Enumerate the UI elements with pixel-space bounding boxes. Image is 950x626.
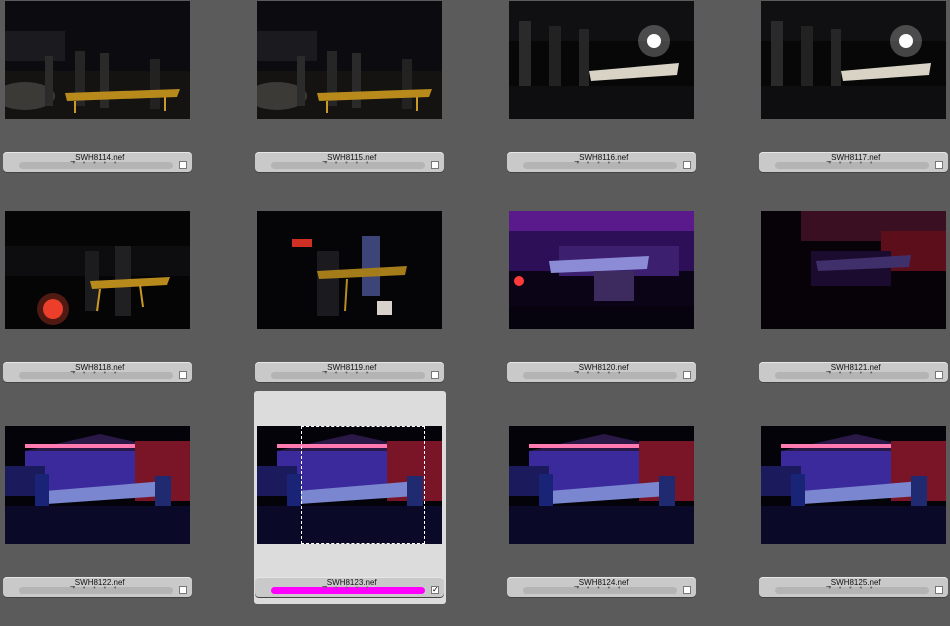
photo-thumbnail-image — [509, 1, 694, 119]
filename-label-bar: _SWH8117.nef • • • • • — [759, 152, 948, 172]
thumbnail-cell[interactable]: _SWH8119.nef • • • • • — [255, 211, 444, 411]
rating-dots: • • • • • — [576, 160, 624, 167]
photo-thumbnail[interactable] — [509, 426, 694, 544]
filename-label-bar: _SWH8124.nef • • • • • — [507, 577, 696, 597]
photo-thumbnail-image — [257, 1, 442, 119]
select-checkbox[interactable] — [683, 161, 691, 169]
photo-thumbnail-image — [761, 426, 946, 544]
rating-stars[interactable]: • • • • • — [523, 370, 677, 379]
filename-label-bar: _SWH8115.nef • • • • • — [255, 152, 444, 172]
thumbnail-cell[interactable]: _SWH8120.nef • • • • • — [507, 211, 696, 411]
select-checkbox[interactable] — [683, 586, 691, 594]
photo-thumbnail[interactable] — [257, 211, 442, 329]
rating-dots: • • • • • — [324, 370, 372, 377]
rating-dots: • • • • • — [828, 585, 876, 592]
filename-label-bar: _SWH8121.nef • • • • • — [759, 362, 948, 382]
filename-label-bar: _SWH8114.nef • • • • • — [3, 152, 192, 172]
select-checkbox[interactable] — [179, 371, 187, 379]
select-checkbox[interactable] — [431, 161, 439, 169]
rating-dots: • • • • • — [828, 160, 876, 167]
photo-thumbnail[interactable] — [509, 211, 694, 329]
filename-label-bar: _SWH8123.nef • • • • • ✓ — [255, 577, 444, 597]
crop-marquee[interactable] — [301, 426, 425, 544]
select-checkbox[interactable]: ✓ — [431, 586, 439, 594]
select-checkbox[interactable] — [179, 161, 187, 169]
select-checkbox[interactable] — [179, 586, 187, 594]
rating-stars[interactable]: • • • • • — [19, 585, 173, 594]
select-checkbox[interactable] — [935, 161, 943, 169]
photo-thumbnail[interactable] — [5, 1, 190, 119]
rating-dots: • • • • • — [72, 585, 120, 592]
photo-thumbnail-image — [5, 211, 190, 329]
rating-dots: • • • • • — [72, 370, 120, 377]
filename-label-bar: _SWH8120.nef • • • • • — [507, 362, 696, 382]
rating-stars[interactable]: • • • • • — [523, 585, 677, 594]
thumbnail-cell[interactable]: _SWH8125.nef • • • • • — [759, 426, 948, 626]
photo-thumbnail-image — [509, 426, 694, 544]
rating-dots: • • • • • — [576, 370, 624, 377]
thumbnail-cell[interactable]: _SWH8117.nef • • • • • — [759, 1, 948, 201]
photo-thumbnail-image — [761, 211, 946, 329]
photo-thumbnail[interactable] — [5, 426, 190, 544]
photo-thumbnail[interactable] — [257, 426, 442, 544]
select-checkbox[interactable] — [935, 371, 943, 379]
rating-dots: • • • • • — [72, 160, 120, 167]
select-checkbox[interactable] — [935, 586, 943, 594]
rating-dots: • • • • • — [324, 160, 372, 167]
photo-thumbnail-image — [257, 211, 442, 329]
select-checkbox[interactable] — [431, 371, 439, 379]
photo-thumbnail[interactable] — [761, 426, 946, 544]
filename-label-bar: _SWH8125.nef • • • • • — [759, 577, 948, 597]
photo-thumbnail-image — [761, 1, 946, 119]
rating-stars[interactable]: • • • • • — [271, 160, 425, 169]
rating-dots: • • • • • — [324, 585, 372, 592]
rating-stars[interactable]: • • • • • — [775, 160, 929, 169]
rating-stars[interactable]: • • • • • — [271, 585, 425, 594]
rating-stars[interactable]: • • • • • — [19, 160, 173, 169]
filename-label-bar: _SWH8119.nef • • • • • — [255, 362, 444, 382]
rating-stars[interactable]: • • • • • — [271, 370, 425, 379]
rating-dots: • • • • • — [828, 370, 876, 377]
filename-label-bar: _SWH8118.nef • • • • • — [3, 362, 192, 382]
rating-stars[interactable]: • • • • • — [775, 370, 929, 379]
thumbnail-cell[interactable]: _SWH8122.nef • • • • • — [3, 426, 192, 626]
photo-thumbnail[interactable] — [509, 1, 694, 119]
thumbnail-cell[interactable]: _SWH8121.nef • • • • • — [759, 211, 948, 411]
rating-stars[interactable]: • • • • • — [523, 160, 677, 169]
thumbnail-cell[interactable]: _SWH8123.nef • • • • • ✓ — [255, 426, 444, 626]
photo-thumbnail[interactable] — [761, 211, 946, 329]
rating-dots: • • • • • — [576, 585, 624, 592]
photo-thumbnail[interactable] — [257, 1, 442, 119]
rating-stars[interactable]: • • • • • — [775, 585, 929, 594]
photo-thumbnail[interactable] — [5, 211, 190, 329]
filename-label-bar: _SWH8116.nef • • • • • — [507, 152, 696, 172]
filename-label-bar: _SWH8122.nef • • • • • — [3, 577, 192, 597]
select-checkbox[interactable] — [683, 371, 691, 379]
photo-thumbnail[interactable] — [761, 1, 946, 119]
rating-stars[interactable]: • • • • • — [19, 370, 173, 379]
thumbnail-cell[interactable]: _SWH8115.nef • • • • • — [255, 1, 444, 201]
photo-thumbnail-image — [509, 211, 694, 329]
thumbnail-cell[interactable]: _SWH8114.nef • • • • • — [3, 1, 192, 201]
thumbnail-cell[interactable]: _SWH8118.nef • • • • • — [3, 211, 192, 411]
thumbnail-cell[interactable]: _SWH8116.nef • • • • • — [507, 1, 696, 201]
photo-thumbnail-image — [5, 1, 190, 119]
photo-thumbnail-image — [5, 426, 190, 544]
thumbnail-cell[interactable]: _SWH8124.nef • • • • • — [507, 426, 696, 626]
